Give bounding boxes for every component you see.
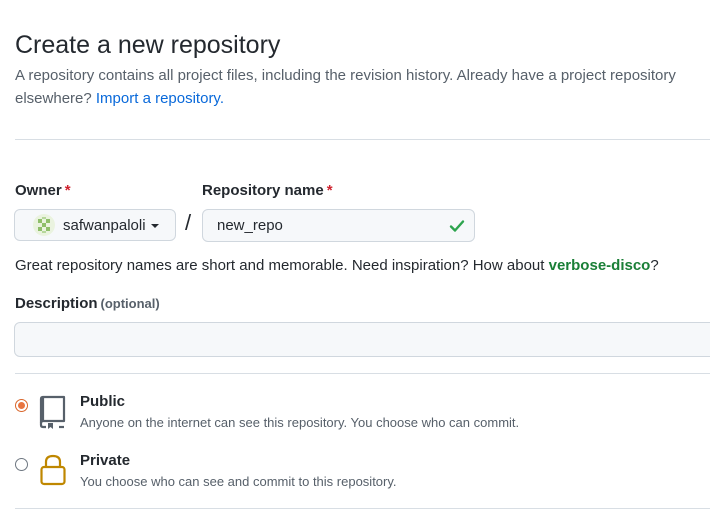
public-title: Public xyxy=(80,393,126,410)
page-title: Create a new repository xyxy=(15,31,281,59)
visibility-divider xyxy=(15,508,710,509)
owner-dropdown[interactable]: safwanpaloli xyxy=(14,209,176,241)
caret-down-icon xyxy=(150,224,159,228)
avatar xyxy=(33,214,55,236)
repository-name-label: Repository name * xyxy=(202,181,333,201)
repository-name-label-text: Repository name xyxy=(202,182,324,199)
header-divider xyxy=(15,139,710,140)
description-optional-note: (optional) xyxy=(100,296,160,311)
owner-label: Owner * xyxy=(15,181,71,201)
private-description: You choose who can see and commit to thi… xyxy=(80,474,397,489)
lock-icon xyxy=(40,454,66,486)
import-repository-link[interactable]: Import a repository. xyxy=(96,90,224,107)
owner-required-mark: * xyxy=(64,182,71,199)
public-description: Anyone on the internet can see this repo… xyxy=(80,415,520,430)
owner-repo-separator: / xyxy=(185,210,192,235)
repository-name-value: new_repo xyxy=(217,217,283,234)
check-icon xyxy=(449,220,465,232)
description-divider xyxy=(15,373,710,374)
repository-name-hint: Great repository names are short and mem… xyxy=(15,256,659,276)
private-title: Private xyxy=(80,452,131,469)
repo-icon xyxy=(39,395,66,429)
owner-name: safwanpaloli xyxy=(63,216,146,234)
name-suggestion[interactable]: verbose-disco xyxy=(549,257,651,274)
description-label: Description (optional) xyxy=(15,294,160,314)
page-subtitle: A repository contains all project files,… xyxy=(15,64,705,110)
hint-end: ? xyxy=(650,257,659,274)
description-label-text: Description xyxy=(15,295,98,312)
hint-text: Great repository names are short and mem… xyxy=(15,257,545,274)
repository-name-input[interactable]: new_repo xyxy=(202,209,475,242)
description-input[interactable] xyxy=(14,322,710,357)
public-radio[interactable] xyxy=(15,399,28,412)
private-radio[interactable] xyxy=(15,458,28,471)
owner-label-text: Owner xyxy=(15,182,62,199)
repository-name-required-mark: * xyxy=(326,182,333,199)
